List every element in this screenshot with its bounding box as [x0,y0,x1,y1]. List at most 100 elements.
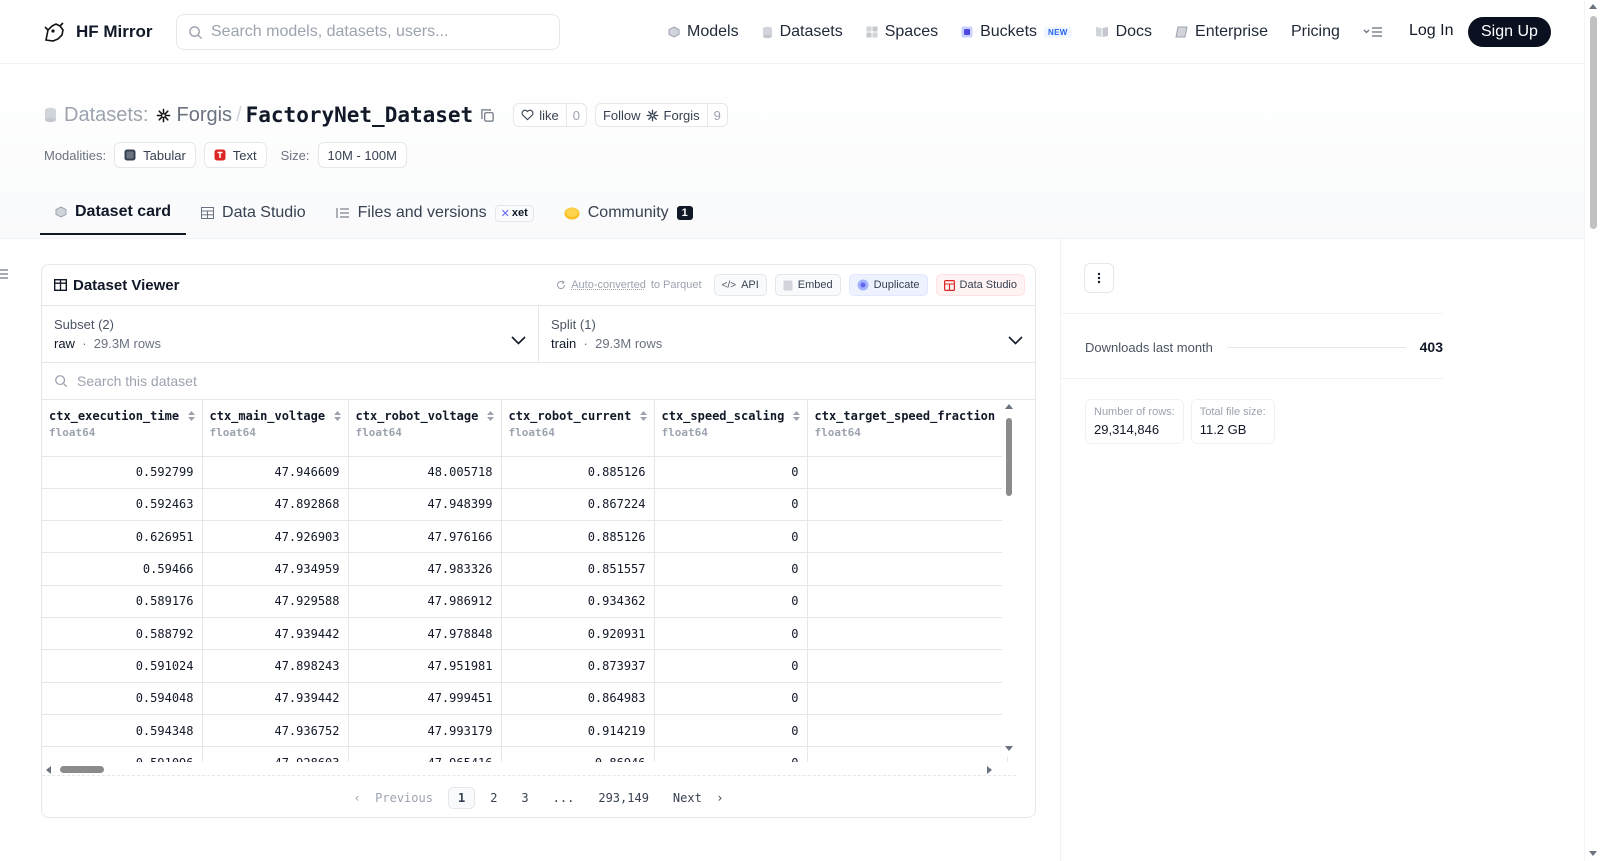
dataset-search-input[interactable]: Search this dataset [42,363,1035,400]
table-cell[interactable]: 0.626951 [42,520,203,554]
data-studio-button[interactable]: Data Studio [935,274,1025,296]
table-cell[interactable] [807,552,1008,586]
like-button[interactable]: like 0 [513,103,587,127]
nav-docs[interactable]: Docs [1095,23,1152,41]
previous-page-button[interactable]: ‹ Previous [344,788,441,808]
table-row[interactable]: 0.589176 47.929588 47.986912 0.934362 0 [42,585,1008,618]
vertical-scroll-thumb[interactable] [1006,418,1012,496]
table-cell[interactable] [807,488,1008,522]
table-cell[interactable]: 47.934959 [202,552,349,586]
table-cell[interactable]: 47.928603 [202,746,349,762]
tab-community[interactable]: Community 1 [549,191,708,235]
table-cell[interactable]: 0 [654,714,808,748]
horizontal-scrollbar[interactable] [42,762,1016,776]
table-cell[interactable] [807,520,1008,554]
table-row[interactable]: 0.592799 47.946609 48.005718 0.885126 0 [42,456,1008,489]
table-row[interactable]: 0.594048 47.939442 47.999451 0.864983 0 [42,682,1008,715]
column-header[interactable]: ctx_target_speed_fraction float64 [807,400,1008,457]
table-cell[interactable]: 47.926903 [202,520,349,554]
table-cell[interactable]: 0.934362 [501,585,655,618]
table-cell[interactable]: 47.946609 [202,456,349,489]
scroll-up-arrow-icon[interactable] [1589,4,1597,9]
column-header[interactable]: ctx_robot_current float64 [501,400,655,457]
auto-converted-note[interactable]: Auto-converted to Parquet [556,279,702,291]
modality-tabular[interactable]: Tabular [114,142,196,168]
table-cell[interactable]: 0.592463 [42,488,203,522]
table-cell[interactable]: 0.594048 [42,682,203,715]
table-cell[interactable] [807,585,1008,618]
table-cell[interactable]: 47.999451 [348,682,502,715]
table-cell[interactable]: 47.939442 [202,617,349,651]
table-cell[interactable]: 47.986912 [348,585,502,618]
table-cell[interactable] [807,456,1008,489]
scroll-down-arrow-icon[interactable] [1589,851,1597,856]
table-cell[interactable]: 0.594348 [42,714,203,748]
next-page-button[interactable]: Next › [664,788,733,808]
table-cell[interactable]: 0.591024 [42,649,203,683]
column-header[interactable]: ctx_robot_voltage float64 [348,400,502,457]
more-menu-button[interactable] [1363,26,1383,38]
table-cell[interactable]: 0.864983 [501,682,655,715]
table-cell[interactable]: 0 [654,552,808,586]
table-cell[interactable]: 47.898243 [202,649,349,683]
table-cell[interactable] [807,714,1008,748]
tab-files-and-versions[interactable]: Files and versions ✕ xet [321,191,549,235]
table-row[interactable]: 0.591024 47.898243 47.951981 0.873937 0 [42,649,1008,683]
page-2-button[interactable]: 2 [481,788,506,808]
page-scroll-thumb[interactable] [1590,16,1597,229]
nav-enterprise[interactable]: Enterprise [1175,23,1268,41]
page-scrollbar[interactable] [1584,0,1600,861]
page-1-button[interactable]: 1 [447,786,476,809]
global-search-input[interactable]: Search models, datasets, users... [176,14,560,50]
table-cell[interactable]: 0.851557 [501,552,655,586]
sort-icon[interactable] [639,410,648,422]
table-cell[interactable]: 47.929588 [202,585,349,618]
table-cell[interactable]: 0 [654,746,808,762]
table-cell[interactable]: 0.86946 [501,746,655,762]
nav-datasets[interactable]: Datasets [762,23,843,41]
table-cell[interactable]: 47.951981 [348,649,502,683]
embed-button[interactable]: Embed [774,274,841,296]
login-link[interactable]: Log In [1409,22,1453,40]
modality-text[interactable]: Text [203,142,267,168]
table-cell[interactable]: 0 [654,488,808,522]
table-cell[interactable]: 47.965416 [348,746,502,762]
last-page-button[interactable]: 293,149 [589,788,658,808]
horizontal-scroll-thumb[interactable] [60,766,104,773]
table-row[interactable]: 0.592463 47.892868 47.948399 0.867224 0 [42,488,1008,522]
sort-icon[interactable] [486,410,495,422]
more-options-button[interactable] [1084,263,1114,293]
scroll-left-arrow-icon[interactable] [46,766,51,774]
table-cell[interactable]: 0.592799 [42,456,203,489]
table-cell[interactable]: 47.976166 [348,520,502,554]
column-header[interactable]: ctx_main_voltage float64 [202,400,349,457]
vertical-scrollbar[interactable] [1002,400,1016,757]
table-cell[interactable]: 0.589176 [42,585,203,618]
table-cell[interactable] [807,746,1008,762]
table-cell[interactable]: 0.914219 [501,714,655,748]
sort-icon[interactable] [187,410,196,422]
table-cell[interactable]: 0 [654,682,808,715]
column-header[interactable]: ctx_execution_time float64 [42,400,203,457]
api-button[interactable]: </> API [713,274,767,296]
table-row[interactable]: 0.588792 47.939442 47.978848 0.920931 0 [42,617,1008,651]
table-cell[interactable] [807,617,1008,651]
table-cell[interactable]: 0.885126 [501,456,655,489]
table-cell[interactable]: 0.873937 [501,649,655,683]
collapse-sidebar-icon[interactable] [0,268,9,280]
split-select[interactable]: Split (1) train · 29.3M rows [538,306,1035,362]
sort-icon[interactable] [792,410,801,422]
tab-dataset-card[interactable]: Dataset card [40,191,187,235]
table-cell[interactable]: 0 [654,456,808,489]
table-row[interactable]: 0.59109647.92860347.9654160.869460 [42,746,1008,762]
table-cell[interactable]: 0 [654,617,808,651]
table-cell[interactable]: 47.948399 [348,488,502,522]
table-cell[interactable] [807,682,1008,715]
table-cell[interactable]: 48.005718 [348,456,502,489]
table-row[interactable]: 0.59466 47.934959 47.983326 0.851557 0 [42,552,1008,586]
table-cell[interactable]: 47.892868 [202,488,349,522]
table-cell[interactable]: 0 [654,520,808,554]
duplicate-button[interactable]: Duplicate [848,274,928,296]
nav-pricing[interactable]: Pricing [1291,23,1340,41]
table-cell[interactable]: 47.936752 [202,714,349,748]
